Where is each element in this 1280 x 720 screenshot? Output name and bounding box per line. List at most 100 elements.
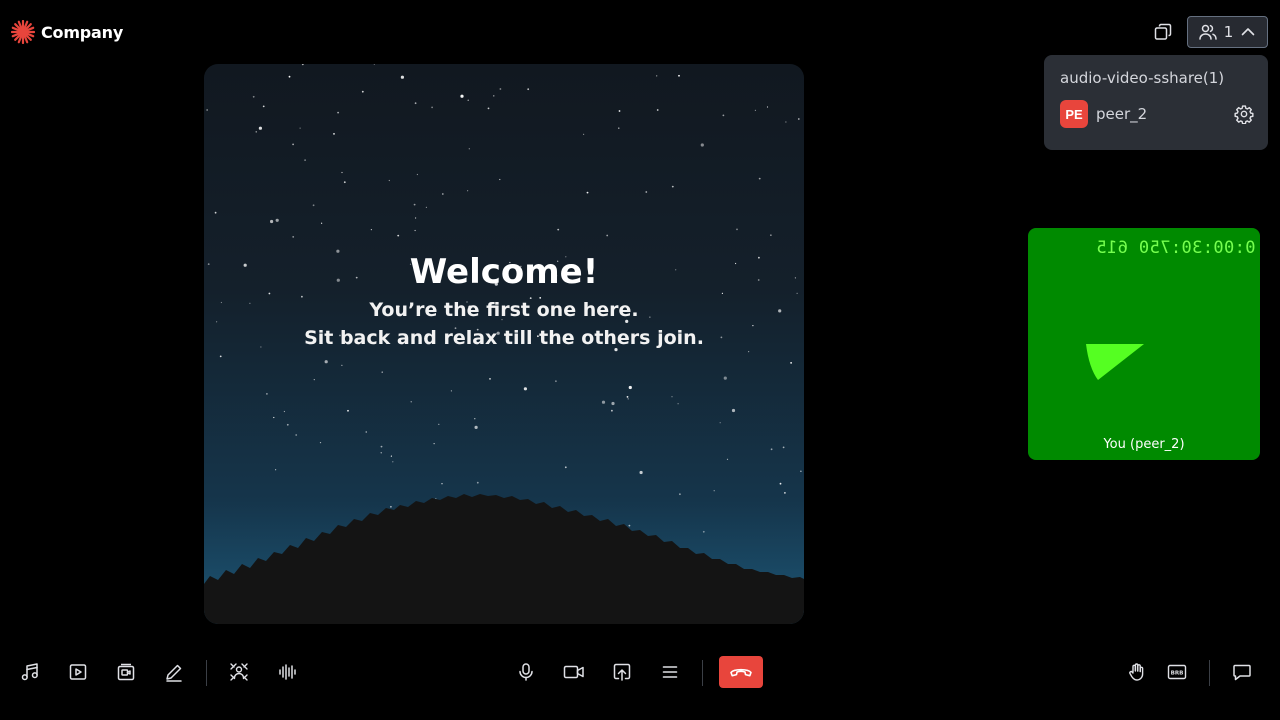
participants-toggle-button[interactable]: 1 xyxy=(1187,16,1268,48)
star xyxy=(273,416,275,419)
welcome-tile: Welcome! You’re the first one here. Sit … xyxy=(204,64,804,624)
star xyxy=(390,505,392,508)
video-gallery-icon xyxy=(117,663,135,681)
star xyxy=(557,228,560,231)
star xyxy=(414,229,416,232)
toolbar-divider xyxy=(1209,660,1210,686)
participant-settings-button[interactable] xyxy=(1232,102,1256,126)
audio-waveform-icon xyxy=(279,664,296,680)
star xyxy=(313,379,315,381)
brb-button[interactable]: BRB xyxy=(1161,656,1193,688)
star xyxy=(611,401,615,406)
forest-silhouette xyxy=(204,494,804,624)
star xyxy=(292,143,294,146)
star xyxy=(441,483,443,485)
star xyxy=(493,95,495,97)
star xyxy=(656,75,658,77)
star xyxy=(283,410,285,413)
star xyxy=(645,191,648,193)
star xyxy=(766,106,769,108)
star xyxy=(611,409,613,412)
star xyxy=(467,99,469,101)
chat-button[interactable] xyxy=(1226,656,1258,688)
star xyxy=(373,64,375,65)
welcome-subtitle-line-1: You’re the first one here. xyxy=(369,299,639,321)
welcome-message: Welcome! You’re the first one here. Sit … xyxy=(204,252,804,352)
video-timestamp-overlay: 0:00:30:750 615 xyxy=(1096,238,1256,258)
chevron-up-icon xyxy=(1241,28,1255,36)
star xyxy=(627,398,629,400)
star xyxy=(628,524,631,527)
star xyxy=(347,409,349,412)
avatar: PE xyxy=(1060,100,1088,128)
microphone-toggle-button[interactable] xyxy=(510,656,542,688)
self-name-label: You (peer_2) xyxy=(1103,437,1185,452)
virtual-background-button[interactable] xyxy=(223,656,255,688)
star xyxy=(450,390,452,392)
star xyxy=(499,178,501,181)
self-video-tile[interactable]: 0:00:30:750 615 You (peer_2) xyxy=(1028,228,1260,460)
star xyxy=(295,434,298,436)
star xyxy=(758,177,761,180)
star xyxy=(586,191,589,194)
star xyxy=(800,470,802,472)
star xyxy=(770,234,772,236)
star xyxy=(262,105,265,108)
star xyxy=(415,217,417,219)
participant-row[interactable]: PE peer_2 xyxy=(1060,100,1254,128)
star xyxy=(722,114,725,117)
picture-in-picture-button[interactable] xyxy=(1147,16,1179,48)
video-playlist-button[interactable] xyxy=(62,656,94,688)
video-camera-icon xyxy=(563,665,584,679)
video-test-pattern-shape xyxy=(1086,344,1144,380)
star xyxy=(702,530,705,533)
star xyxy=(292,236,295,238)
star xyxy=(206,109,208,111)
star xyxy=(639,470,643,475)
star xyxy=(266,393,268,395)
noise-suppression-button[interactable] xyxy=(271,656,303,688)
menu-icon xyxy=(662,666,678,678)
whiteboard-button[interactable] xyxy=(158,656,190,688)
star xyxy=(365,431,367,433)
star xyxy=(319,442,322,444)
star xyxy=(713,490,715,492)
video-gallery-button[interactable] xyxy=(110,656,142,688)
star xyxy=(416,173,418,176)
star xyxy=(628,385,632,390)
star xyxy=(381,371,383,373)
camera-toggle-button[interactable] xyxy=(558,656,590,688)
participant-count: 1 xyxy=(1223,23,1234,41)
toolbar-divider xyxy=(702,660,703,686)
screen-share-button[interactable] xyxy=(606,656,638,688)
star xyxy=(341,171,343,174)
star xyxy=(252,95,255,98)
star xyxy=(779,482,782,485)
header-actions: 1 xyxy=(1147,16,1268,48)
star xyxy=(275,469,277,471)
microphone-icon xyxy=(519,663,533,681)
participants-list-popover: audio-video-sshare(1) PE peer_2 xyxy=(1044,55,1268,150)
star xyxy=(286,423,289,426)
star xyxy=(678,74,680,77)
music-icon xyxy=(21,663,38,681)
star xyxy=(413,203,416,206)
star xyxy=(679,493,681,496)
star xyxy=(361,90,364,93)
star xyxy=(626,396,629,398)
star xyxy=(460,94,464,98)
raise-hand-button[interactable] xyxy=(1121,656,1153,688)
star xyxy=(736,228,738,231)
people-icon xyxy=(1198,24,1217,40)
star xyxy=(321,222,323,224)
more-options-button[interactable] xyxy=(654,656,686,688)
music-button[interactable] xyxy=(14,656,46,688)
star xyxy=(414,102,417,105)
leave-call-button[interactable] xyxy=(719,656,763,688)
star xyxy=(499,88,502,90)
star xyxy=(214,211,217,214)
star xyxy=(301,64,304,66)
star xyxy=(438,423,440,425)
star xyxy=(304,159,306,161)
svg-text:BRB: BRB xyxy=(1171,671,1184,677)
